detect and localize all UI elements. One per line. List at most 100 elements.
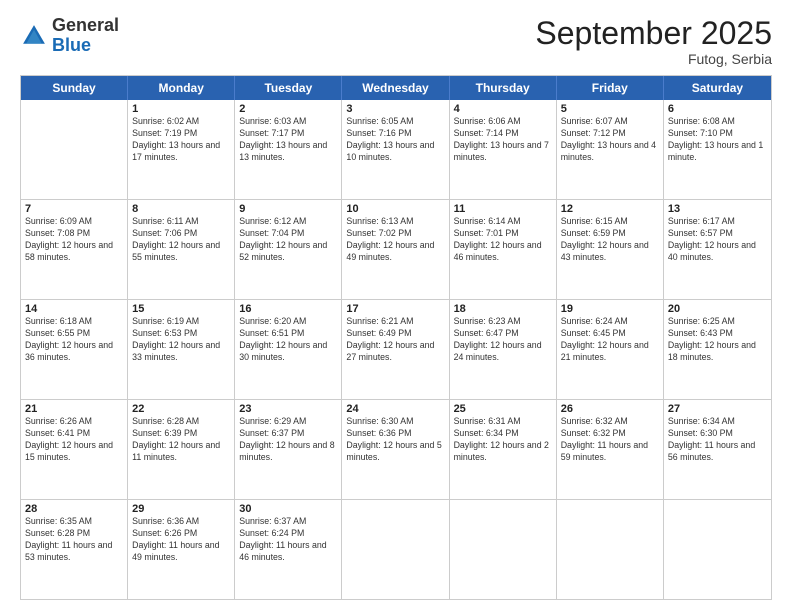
cell-w0-d6: 6Sunrise: 6:08 AMSunset: 7:10 PMDaylight… [664, 100, 771, 199]
header-monday: Monday [128, 76, 235, 100]
day-number: 16 [239, 303, 337, 315]
day-number: 27 [668, 403, 767, 415]
day-number: 5 [561, 103, 659, 115]
day-number: 14 [25, 303, 123, 315]
cell-w0-d0 [21, 100, 128, 199]
day-number: 4 [454, 103, 552, 115]
cell-w1-d5: 12Sunrise: 6:15 AMSunset: 6:59 PMDayligh… [557, 200, 664, 299]
day-number: 18 [454, 303, 552, 315]
cell-w1-d6: 13Sunrise: 6:17 AMSunset: 6:57 PMDayligh… [664, 200, 771, 299]
cell-info: Sunrise: 6:26 AMSunset: 6:41 PMDaylight:… [25, 416, 113, 462]
cell-info: Sunrise: 6:37 AMSunset: 6:24 PMDaylight:… [239, 516, 326, 562]
cell-w4-d4 [450, 500, 557, 599]
cell-info: Sunrise: 6:06 AMSunset: 7:14 PMDaylight:… [454, 116, 549, 162]
cell-info: Sunrise: 6:09 AMSunset: 7:08 PMDaylight:… [25, 216, 113, 262]
day-number: 1 [132, 103, 230, 115]
week-row-2: 14Sunrise: 6:18 AMSunset: 6:55 PMDayligh… [21, 300, 771, 400]
header: General Blue September 2025 Futog, Serbi… [20, 16, 772, 67]
cell-info: Sunrise: 6:31 AMSunset: 6:34 PMDaylight:… [454, 416, 549, 462]
cell-w0-d2: 2Sunrise: 6:03 AMSunset: 7:17 PMDaylight… [235, 100, 342, 199]
cell-info: Sunrise: 6:35 AMSunset: 6:28 PMDaylight:… [25, 516, 112, 562]
cell-w1-d2: 9Sunrise: 6:12 AMSunset: 7:04 PMDaylight… [235, 200, 342, 299]
cell-w3-d6: 27Sunrise: 6:34 AMSunset: 6:30 PMDayligh… [664, 400, 771, 499]
week-row-3: 21Sunrise: 6:26 AMSunset: 6:41 PMDayligh… [21, 400, 771, 500]
cell-info: Sunrise: 6:15 AMSunset: 6:59 PMDaylight:… [561, 216, 649, 262]
cell-w0-d5: 5Sunrise: 6:07 AMSunset: 7:12 PMDaylight… [557, 100, 664, 199]
cell-w4-d0: 28Sunrise: 6:35 AMSunset: 6:28 PMDayligh… [21, 500, 128, 599]
cell-info: Sunrise: 6:19 AMSunset: 6:53 PMDaylight:… [132, 316, 220, 362]
day-number: 7 [25, 203, 123, 215]
cell-w0-d4: 4Sunrise: 6:06 AMSunset: 7:14 PMDaylight… [450, 100, 557, 199]
cell-w3-d5: 26Sunrise: 6:32 AMSunset: 6:32 PMDayligh… [557, 400, 664, 499]
logo-blue-text: Blue [52, 35, 91, 55]
cell-w1-d1: 8Sunrise: 6:11 AMSunset: 7:06 PMDaylight… [128, 200, 235, 299]
header-sunday: Sunday [21, 76, 128, 100]
day-number: 2 [239, 103, 337, 115]
cell-w4-d3 [342, 500, 449, 599]
cell-w2-d6: 20Sunrise: 6:25 AMSunset: 6:43 PMDayligh… [664, 300, 771, 399]
cell-info: Sunrise: 6:05 AMSunset: 7:16 PMDaylight:… [346, 116, 434, 162]
cell-w1-d3: 10Sunrise: 6:13 AMSunset: 7:02 PMDayligh… [342, 200, 449, 299]
cell-w0-d3: 3Sunrise: 6:05 AMSunset: 7:16 PMDaylight… [342, 100, 449, 199]
cell-info: Sunrise: 6:32 AMSunset: 6:32 PMDaylight:… [561, 416, 648, 462]
cell-w2-d3: 17Sunrise: 6:21 AMSunset: 6:49 PMDayligh… [342, 300, 449, 399]
day-number: 8 [132, 203, 230, 215]
cell-info: Sunrise: 6:25 AMSunset: 6:43 PMDaylight:… [668, 316, 756, 362]
logo-general-text: General [52, 15, 119, 35]
cell-info: Sunrise: 6:03 AMSunset: 7:17 PMDaylight:… [239, 116, 327, 162]
cell-info: Sunrise: 6:07 AMSunset: 7:12 PMDaylight:… [561, 116, 656, 162]
cell-w3-d4: 25Sunrise: 6:31 AMSunset: 6:34 PMDayligh… [450, 400, 557, 499]
title-block: September 2025 Futog, Serbia [535, 16, 772, 67]
header-wednesday: Wednesday [342, 76, 449, 100]
cell-w3-d1: 22Sunrise: 6:28 AMSunset: 6:39 PMDayligh… [128, 400, 235, 499]
cell-w1-d4: 11Sunrise: 6:14 AMSunset: 7:01 PMDayligh… [450, 200, 557, 299]
day-number: 13 [668, 203, 767, 215]
cell-w2-d4: 18Sunrise: 6:23 AMSunset: 6:47 PMDayligh… [450, 300, 557, 399]
day-number: 9 [239, 203, 337, 215]
day-number: 28 [25, 503, 123, 515]
calendar-header: Sunday Monday Tuesday Wednesday Thursday… [21, 76, 771, 100]
day-number: 19 [561, 303, 659, 315]
day-number: 23 [239, 403, 337, 415]
day-number: 30 [239, 503, 337, 515]
cell-w2-d5: 19Sunrise: 6:24 AMSunset: 6:45 PMDayligh… [557, 300, 664, 399]
cell-w0-d1: 1Sunrise: 6:02 AMSunset: 7:19 PMDaylight… [128, 100, 235, 199]
cell-w2-d0: 14Sunrise: 6:18 AMSunset: 6:55 PMDayligh… [21, 300, 128, 399]
day-number: 24 [346, 403, 444, 415]
cell-info: Sunrise: 6:24 AMSunset: 6:45 PMDaylight:… [561, 316, 649, 362]
header-saturday: Saturday [664, 76, 771, 100]
day-number: 11 [454, 203, 552, 215]
cell-info: Sunrise: 6:11 AMSunset: 7:06 PMDaylight:… [132, 216, 220, 262]
day-number: 3 [346, 103, 444, 115]
logo-text: General Blue [52, 16, 119, 56]
day-number: 17 [346, 303, 444, 315]
day-number: 6 [668, 103, 767, 115]
day-number: 12 [561, 203, 659, 215]
cell-w4-d2: 30Sunrise: 6:37 AMSunset: 6:24 PMDayligh… [235, 500, 342, 599]
week-row-4: 28Sunrise: 6:35 AMSunset: 6:28 PMDayligh… [21, 500, 771, 599]
main-title: September 2025 [535, 16, 772, 51]
cell-info: Sunrise: 6:36 AMSunset: 6:26 PMDaylight:… [132, 516, 219, 562]
day-number: 25 [454, 403, 552, 415]
cell-info: Sunrise: 6:18 AMSunset: 6:55 PMDaylight:… [25, 316, 113, 362]
day-number: 10 [346, 203, 444, 215]
cell-info: Sunrise: 6:34 AMSunset: 6:30 PMDaylight:… [668, 416, 755, 462]
calendar: Sunday Monday Tuesday Wednesday Thursday… [20, 75, 772, 600]
cell-w4-d6 [664, 500, 771, 599]
cell-info: Sunrise: 6:21 AMSunset: 6:49 PMDaylight:… [346, 316, 434, 362]
cell-info: Sunrise: 6:23 AMSunset: 6:47 PMDaylight:… [454, 316, 542, 362]
day-number: 26 [561, 403, 659, 415]
cell-w3-d3: 24Sunrise: 6:30 AMSunset: 6:36 PMDayligh… [342, 400, 449, 499]
cell-info: Sunrise: 6:14 AMSunset: 7:01 PMDaylight:… [454, 216, 542, 262]
cell-w2-d1: 15Sunrise: 6:19 AMSunset: 6:53 PMDayligh… [128, 300, 235, 399]
day-number: 29 [132, 503, 230, 515]
cell-info: Sunrise: 6:17 AMSunset: 6:57 PMDaylight:… [668, 216, 756, 262]
logo-icon [20, 22, 48, 50]
cell-w4-d5 [557, 500, 664, 599]
cell-info: Sunrise: 6:29 AMSunset: 6:37 PMDaylight:… [239, 416, 334, 462]
cell-info: Sunrise: 6:13 AMSunset: 7:02 PMDaylight:… [346, 216, 434, 262]
cell-info: Sunrise: 6:28 AMSunset: 6:39 PMDaylight:… [132, 416, 220, 462]
cell-w2-d2: 16Sunrise: 6:20 AMSunset: 6:51 PMDayligh… [235, 300, 342, 399]
week-row-1: 7Sunrise: 6:09 AMSunset: 7:08 PMDaylight… [21, 200, 771, 300]
cell-w3-d0: 21Sunrise: 6:26 AMSunset: 6:41 PMDayligh… [21, 400, 128, 499]
